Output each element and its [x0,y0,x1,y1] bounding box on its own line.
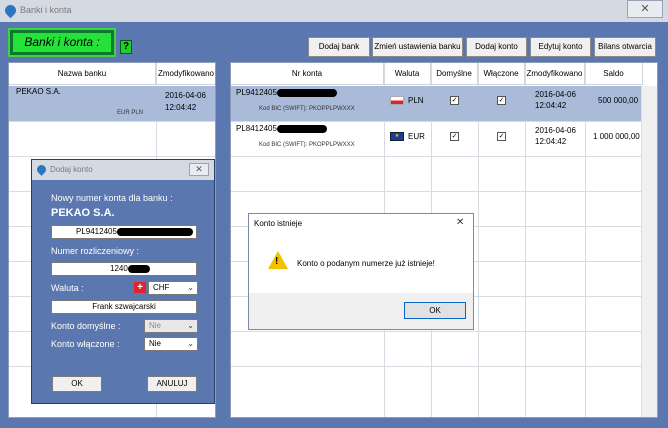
dialog-title-bar: Dodaj konto ✕ [32,160,214,180]
redacted-mask [276,124,327,133]
section-banner: Banki i konta : [8,28,116,57]
dialog-bank-name: PEKAO S.A. [51,207,115,219]
chevron-down-icon: ⌄ [187,339,194,348]
chevron-down-icon: ⌄ [187,283,194,292]
redacted-mask [276,88,337,97]
bank-currencies: EUR PLN [117,110,144,116]
dialog-title: Dodaj konto [50,165,93,174]
accounts-scrollbar[interactable] [641,86,657,417]
account-number: PL8412405 [236,124,327,133]
account-currency: PLN [408,96,424,105]
account-bic: Kod BIC (SWIFT): PKOPPLPWXXX [259,142,355,148]
add-account-button[interactable]: Dodaj konto [466,37,527,57]
message-box-ok-button[interactable]: OK [404,302,466,319]
message-box-title: Konto istnieje [254,219,303,228]
bank-name: PEKAO S.A. [16,87,61,96]
banks-header-modified[interactable]: Zmodyfikowano [156,63,215,85]
default-checkbox[interactable]: ✓ [450,96,459,105]
window-title: Banki i konta [20,5,72,15]
default-account-label: Konto domyślne : [51,321,121,331]
default-checkbox[interactable]: ✓ [450,132,459,141]
account-balance: 1 000 000,00 [593,132,640,141]
account-number-field[interactable]: PL9412405 [51,225,197,239]
main-window: Banki i konta ✕ Banki i konta : ? Dodaj … [0,0,668,428]
message-box-text: Konto o podanym numerze już istnieje! [297,259,435,268]
dialog-cancel-button[interactable]: ANULUJ [147,376,197,392]
accounts-header-balance[interactable]: Saldo [585,63,643,85]
accounts-header-modified[interactable]: Zmodyfikowano [525,63,585,85]
enabled-checkbox[interactable]: ✓ [497,96,506,105]
dialog-ok-button[interactable]: OK [52,376,102,392]
accounts-header-currency[interactable]: Waluta [384,63,431,85]
opening-balance-button[interactable]: Bilans otwarcia [594,37,656,57]
clearing-number-label: Numer rozliczeniowy : [51,246,140,256]
app-drop-icon [35,163,48,176]
account-modified-date: 2016-04-06 [535,126,576,135]
change-bank-settings-button[interactable]: Zmień ustawienia banku [372,37,463,57]
bank-modified-time: 12:04:42 [165,103,197,112]
banks-header-name[interactable]: Nazwa banku [9,63,156,85]
account-currency: EUR [408,132,425,141]
currency-select[interactable]: CHF ⌄ [148,281,198,295]
message-box-footer: OK [249,293,473,329]
dialog-close-button[interactable]: ✕ [189,163,209,176]
exclamation-icon: ! [275,256,279,267]
account-balance: 500 000,00 [598,96,639,105]
enabled-checkbox[interactable]: ✓ [497,132,506,141]
currency-name-field: Frank szwajcarski [51,300,197,314]
accounts-header-default[interactable]: Domyślne [431,63,478,85]
redacted-mask [116,227,193,236]
app-drop-icon [2,2,19,19]
new-number-label: Nowy numer konta dla banku : [51,193,173,203]
account-exists-message-box: Konto istnieje ✕ ! Konto o podanym numer… [248,213,474,330]
eu-flag-icon: ★ [390,132,404,141]
account-modified-date: 2016-04-06 [535,90,576,99]
enabled-account-label: Konto włączone : [51,339,120,349]
add-account-dialog: Dodaj konto ✕ Nowy numer konta dla banku… [31,159,215,404]
close-icon[interactable]: ✕ [456,217,464,228]
add-bank-button[interactable]: Dodaj bank [308,37,370,57]
account-number: PL9412405 [236,88,337,97]
title-bar: Banki i konta ✕ [0,0,668,22]
window-close-button[interactable]: ✕ [627,0,663,18]
banner-label: Banki i konta : [13,33,111,52]
currency-label: Waluta : [51,283,84,293]
accounts-header-enabled[interactable]: Włączone [478,63,525,85]
enabled-account-select[interactable]: Nie ⌄ [144,337,198,351]
account-bic: Kod BIC (SWIFT): PKOPPLPWXXX [259,106,355,112]
redacted-mask [127,264,150,273]
poland-flag-icon [390,96,404,105]
account-modified-time: 12:04:42 [535,137,567,146]
default-account-select[interactable]: Nie ⌄ [144,319,198,333]
edit-account-button[interactable]: Edytuj konto [530,37,591,57]
account-modified-time: 12:04:42 [535,101,567,110]
help-button[interactable]: ? [120,40,132,54]
chevron-down-icon: ⌄ [187,321,194,330]
accounts-header-number[interactable]: Nr konta [231,63,384,85]
bank-modified-date: 2016-04-06 [165,91,206,100]
clearing-number-field[interactable]: 1240 [51,262,197,276]
switzerland-flag-icon: + [134,282,146,293]
